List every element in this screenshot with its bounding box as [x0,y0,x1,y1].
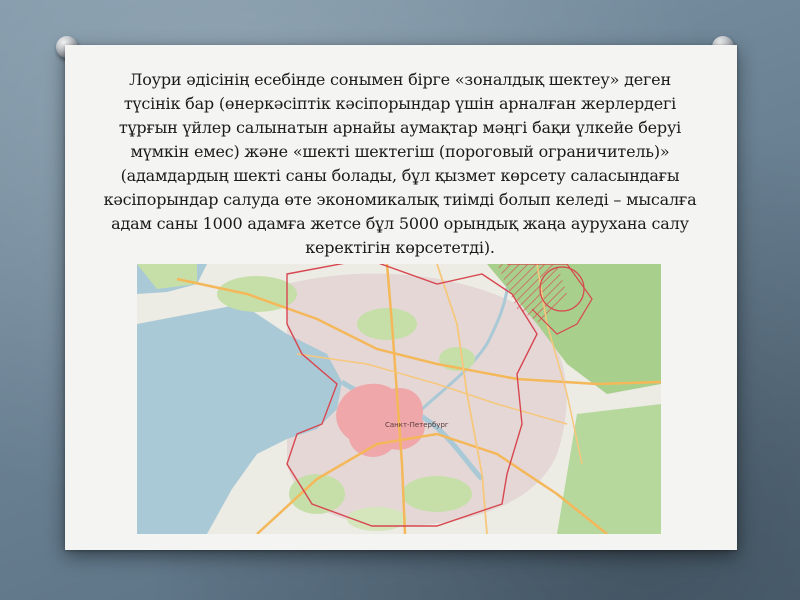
map-park [357,308,417,340]
map-park [402,476,472,512]
city-map-image: Санкт-Петербург [137,264,661,534]
map-city-label: Санкт-Петербург [385,421,449,429]
map-park [347,507,407,531]
slide-paragraph: Лоури әдісінің есебінде сонымен бірге «з… [103,70,697,257]
